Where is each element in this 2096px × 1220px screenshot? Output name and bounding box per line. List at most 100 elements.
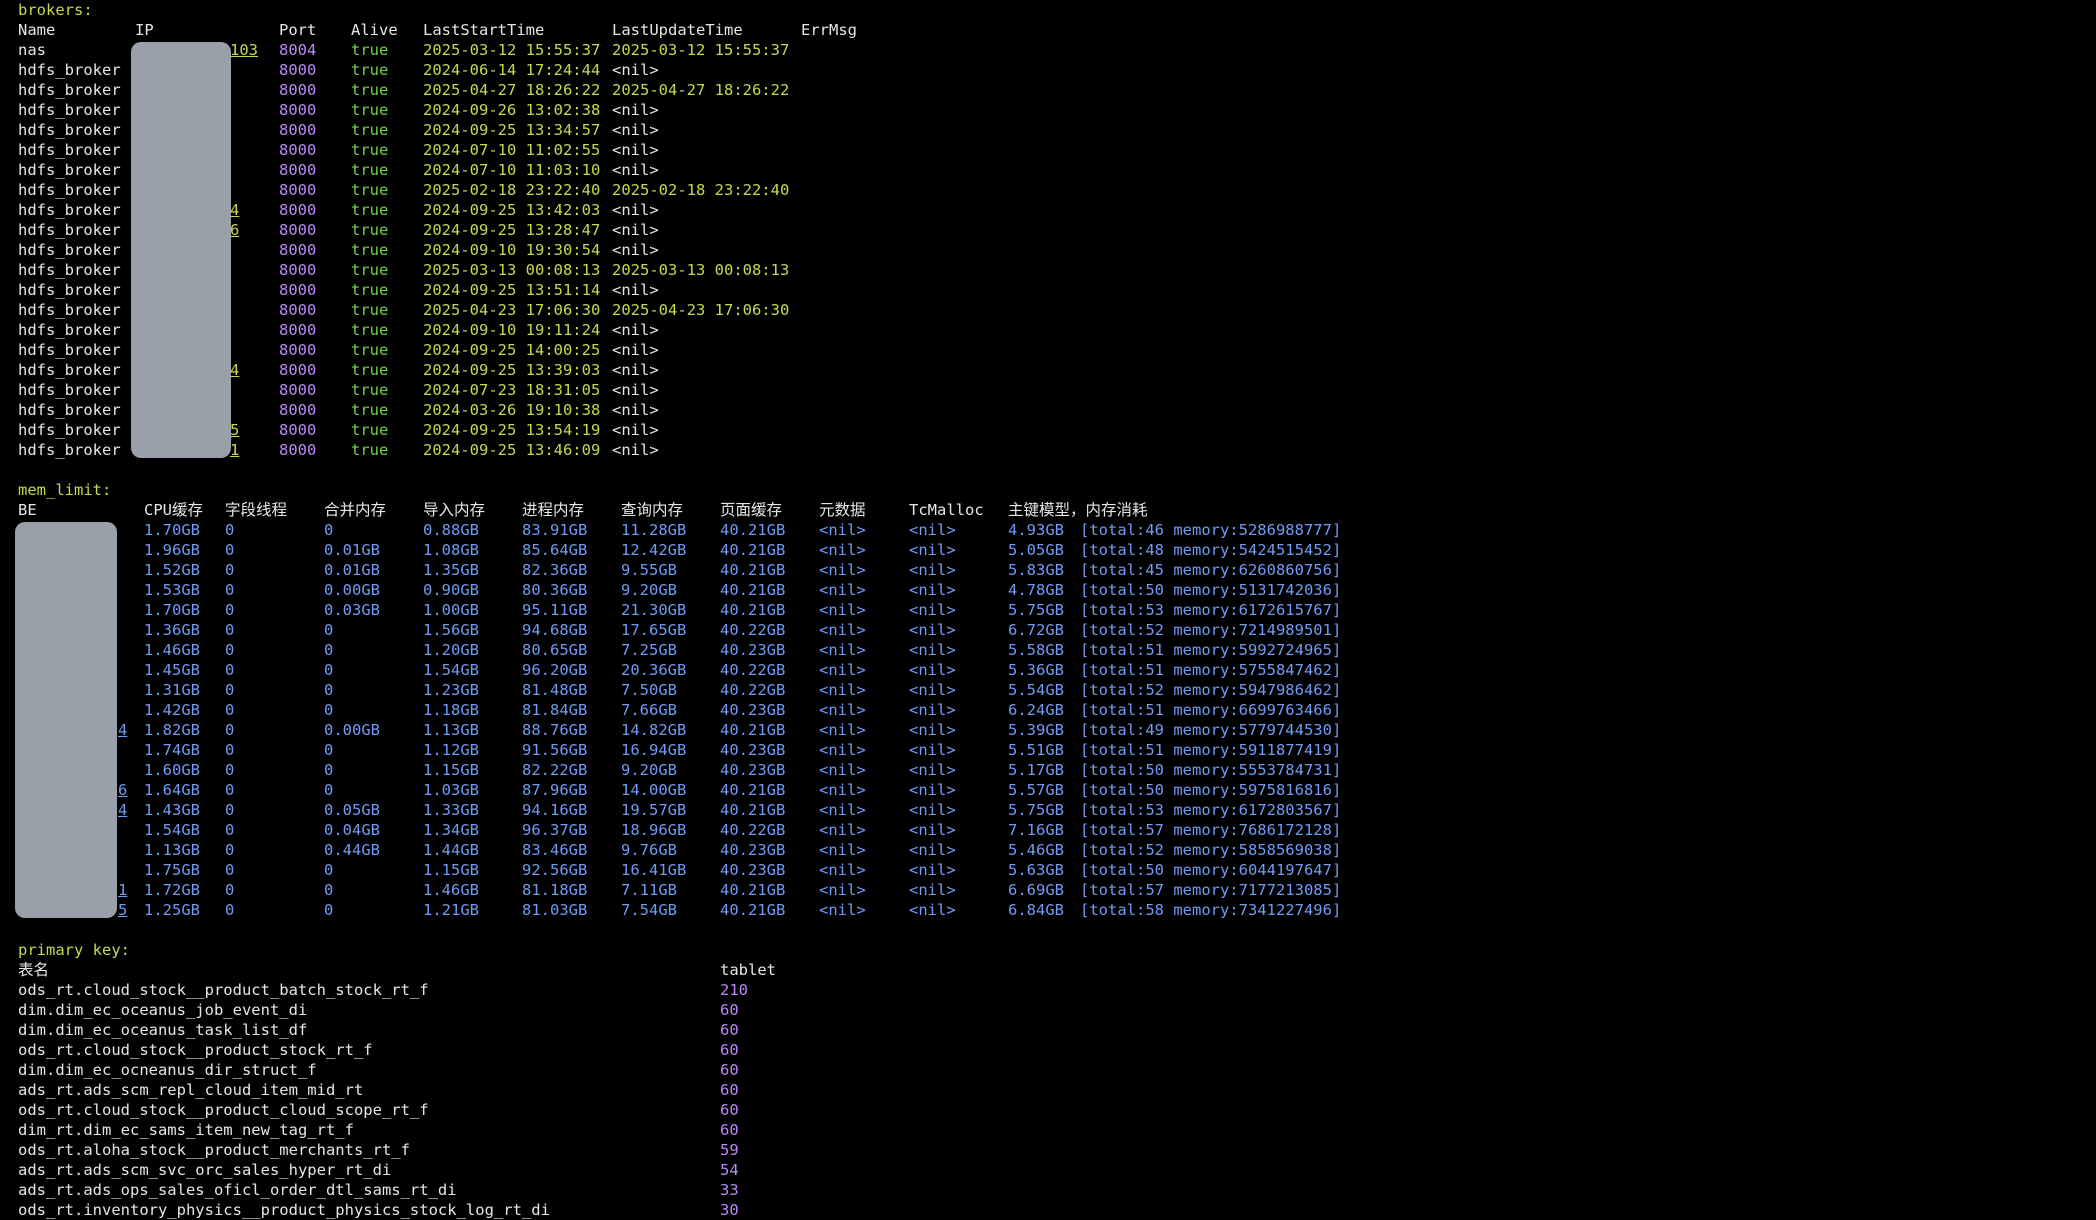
broker-last-start: 2024-09-25 13:42:03 <box>423 201 601 219</box>
broker-last-start: 2024-09-10 19:30:54 <box>423 241 601 259</box>
broker-name: hdfs_broker <box>18 341 121 359</box>
mem-merge: 0.05GB <box>324 801 380 819</box>
broker-port: 8000 <box>279 141 317 159</box>
mem-limit-header-row: BE CPU缓存 字段线程 合并内存 导入内存 进程内存 查询内存 页面缓存 元… <box>18 500 2088 520</box>
col-tcmalloc: TcMalloc <box>909 501 984 519</box>
mem-tcmalloc: <nil> <box>909 701 956 719</box>
mem-pk-detail: [total:50 memory:5131742036] <box>1080 581 1342 599</box>
mem-pk-detail: [total:52 memory:5858569038] <box>1080 841 1342 859</box>
mem-page-cache: 40.21GB <box>720 801 786 819</box>
broker-name: hdfs_broker <box>18 121 121 139</box>
mem-query: 7.11GB <box>621 881 677 899</box>
broker-name: hdfs_broker <box>18 421 121 439</box>
mem-metadata: <nil> <box>819 561 866 579</box>
mem-pk: 6.84GB <box>1008 901 1064 919</box>
broker-port: 8000 <box>279 81 317 99</box>
table-row: ods_rt.cloud_stock__product_batch_stock_… <box>18 980 2088 1000</box>
col-name: Name <box>18 21 56 39</box>
mem-process: 83.46GB <box>522 841 588 859</box>
table-row: ods_rt.cloud_stock__product_stock_rt_f 60 <box>18 1040 2088 1060</box>
table-row: hdfs_broker 8000 true 2024-09-10 19:11:24 <n… <box>18 320 2088 340</box>
pk-table-name: dim.dim_ec_oceanus_job_event_di <box>18 1001 308 1019</box>
table-row: 1.60GB 0 0 1.15GB 82.22GB 9.20GB 40.23GB <nil> <… <box>18 760 2088 780</box>
mem-load: 1.00GB <box>423 601 479 619</box>
mem-pk: 6.24GB <box>1008 701 1064 719</box>
broker-name: hdfs_broker <box>18 301 121 319</box>
mem-process: 87.96GB <box>522 781 588 799</box>
mem-load: 1.18GB <box>423 701 479 719</box>
mem-process: 80.36GB <box>522 581 588 599</box>
pk-table-name: ads_rt.ads_ops_sales_oficl_order_dtl_sam… <box>18 1181 457 1199</box>
mem-query: 16.41GB <box>621 861 687 879</box>
broker-alive: true <box>351 221 389 239</box>
broker-alive: true <box>351 361 389 379</box>
broker-port: 8000 <box>279 321 317 339</box>
table-row: 6 1.64GB 0 0 1.03GB 87.96GB 14.00GB 40.21GB <nil… <box>18 780 2088 800</box>
mem-page-cache: 40.21GB <box>720 521 786 539</box>
table-row: 1.46GB 0 0 1.20GB 80.65GB 7.25GB 40.23GB <nil> <… <box>18 640 2088 660</box>
mem-process: 81.18GB <box>522 881 588 899</box>
mem-pk: 5.36GB <box>1008 661 1064 679</box>
broker-last-start: 2024-09-25 13:54:19 <box>423 421 601 439</box>
mem-pk-detail: [total:51 memory:5992724965] <box>1080 641 1342 659</box>
mem-query: 14.00GB <box>621 781 687 799</box>
mem-load: 1.15GB <box>423 761 479 779</box>
table-row: hdfs_broker 8000 true 2025-02-18 23:22:40 20… <box>18 180 2088 200</box>
table-row: 1.36GB 0 0 1.56GB 94.68GB 17.65GB 40.22GB <nil>… <box>18 620 2088 640</box>
mem-load: 1.13GB <box>423 721 479 739</box>
broker-alive: true <box>351 61 389 79</box>
mem-metadata: <nil> <box>819 681 866 699</box>
pk-tablet-count: 60 <box>720 1081 739 1099</box>
mem-tcmalloc: <nil> <box>909 741 956 759</box>
mem-metadata: <nil> <box>819 861 866 879</box>
pk-tablet-count: 60 <box>720 1101 739 1119</box>
mem-load: 1.03GB <box>423 781 479 799</box>
col-merge-mem: 合并内存 <box>324 501 387 519</box>
mem-page-cache: 40.21GB <box>720 581 786 599</box>
mem-page-cache: 40.22GB <box>720 621 786 639</box>
broker-last-update: <nil> <box>612 161 659 179</box>
mem-merge: 0 <box>324 881 334 899</box>
mem-load: 1.33GB <box>423 801 479 819</box>
broker-port: 8000 <box>279 361 317 379</box>
broker-last-update: 2025-04-27 18:26:22 <box>612 81 790 99</box>
brokers-header-row: Name IP Port Alive LastStartTime LastUpd… <box>18 20 2088 40</box>
mem-metadata: <nil> <box>819 721 866 739</box>
mem-cpu-cache: 1.45GB <box>144 661 200 679</box>
broker-alive: true <box>351 141 389 159</box>
col-pk-mem: 主键模型，内存消耗 <box>1008 501 1148 519</box>
mem-pk: 5.63GB <box>1008 861 1064 879</box>
mem-load: 1.20GB <box>423 641 479 659</box>
mem-field-thread: 0 <box>225 561 235 579</box>
broker-name: hdfs_broker <box>18 261 121 279</box>
broker-last-start: 2024-09-25 13:28:47 <box>423 221 601 239</box>
mem-page-cache: 40.23GB <box>720 761 786 779</box>
mem-pk: 4.93GB <box>1008 521 1064 539</box>
broker-ip-fragment: 6 <box>230 221 240 239</box>
mem-page-cache: 40.23GB <box>720 861 786 879</box>
mem-query: 18.96GB <box>621 821 687 839</box>
mem-merge: 0.00GB <box>324 581 380 599</box>
mem-cpu-cache: 1.70GB <box>144 601 200 619</box>
broker-name: hdfs_broker <box>18 441 121 459</box>
primary-key-header-row: 表名 tablet <box>18 960 2088 980</box>
table-row: ods_rt.cloud_stock__product_cloud_scope_… <box>18 1100 2088 1120</box>
table-row: hdfs_broker 8000 true 2024-09-25 14:00:25 <n… <box>18 340 2088 360</box>
table-row: hdfs_broker 8000 true 2024-07-10 11:03:10 <n… <box>18 160 2088 180</box>
mem-field-thread: 0 <box>225 581 235 599</box>
mem-cpu-cache: 1.52GB <box>144 561 200 579</box>
mem-merge: 0 <box>324 621 334 639</box>
broker-ip-fragment: 103 <box>230 41 258 59</box>
mem-field-thread: 0 <box>225 881 235 899</box>
mem-process: 82.22GB <box>522 761 588 779</box>
table-row: dim.dim_ec_oceanus_task_list_df 60 <box>18 1020 2088 1040</box>
broker-last-start: 2024-09-25 13:51:14 <box>423 281 601 299</box>
col-load-mem: 导入内存 <box>423 501 486 519</box>
broker-port: 8000 <box>279 441 317 459</box>
broker-last-update: <nil> <box>612 141 659 159</box>
broker-last-start: 2024-09-10 19:11:24 <box>423 321 601 339</box>
mem-pk: 6.69GB <box>1008 881 1064 899</box>
mem-pk: 5.05GB <box>1008 541 1064 559</box>
pk-table-name: ods_rt.cloud_stock__product_batch_stock_… <box>18 981 429 999</box>
mem-page-cache: 40.21GB <box>720 561 786 579</box>
